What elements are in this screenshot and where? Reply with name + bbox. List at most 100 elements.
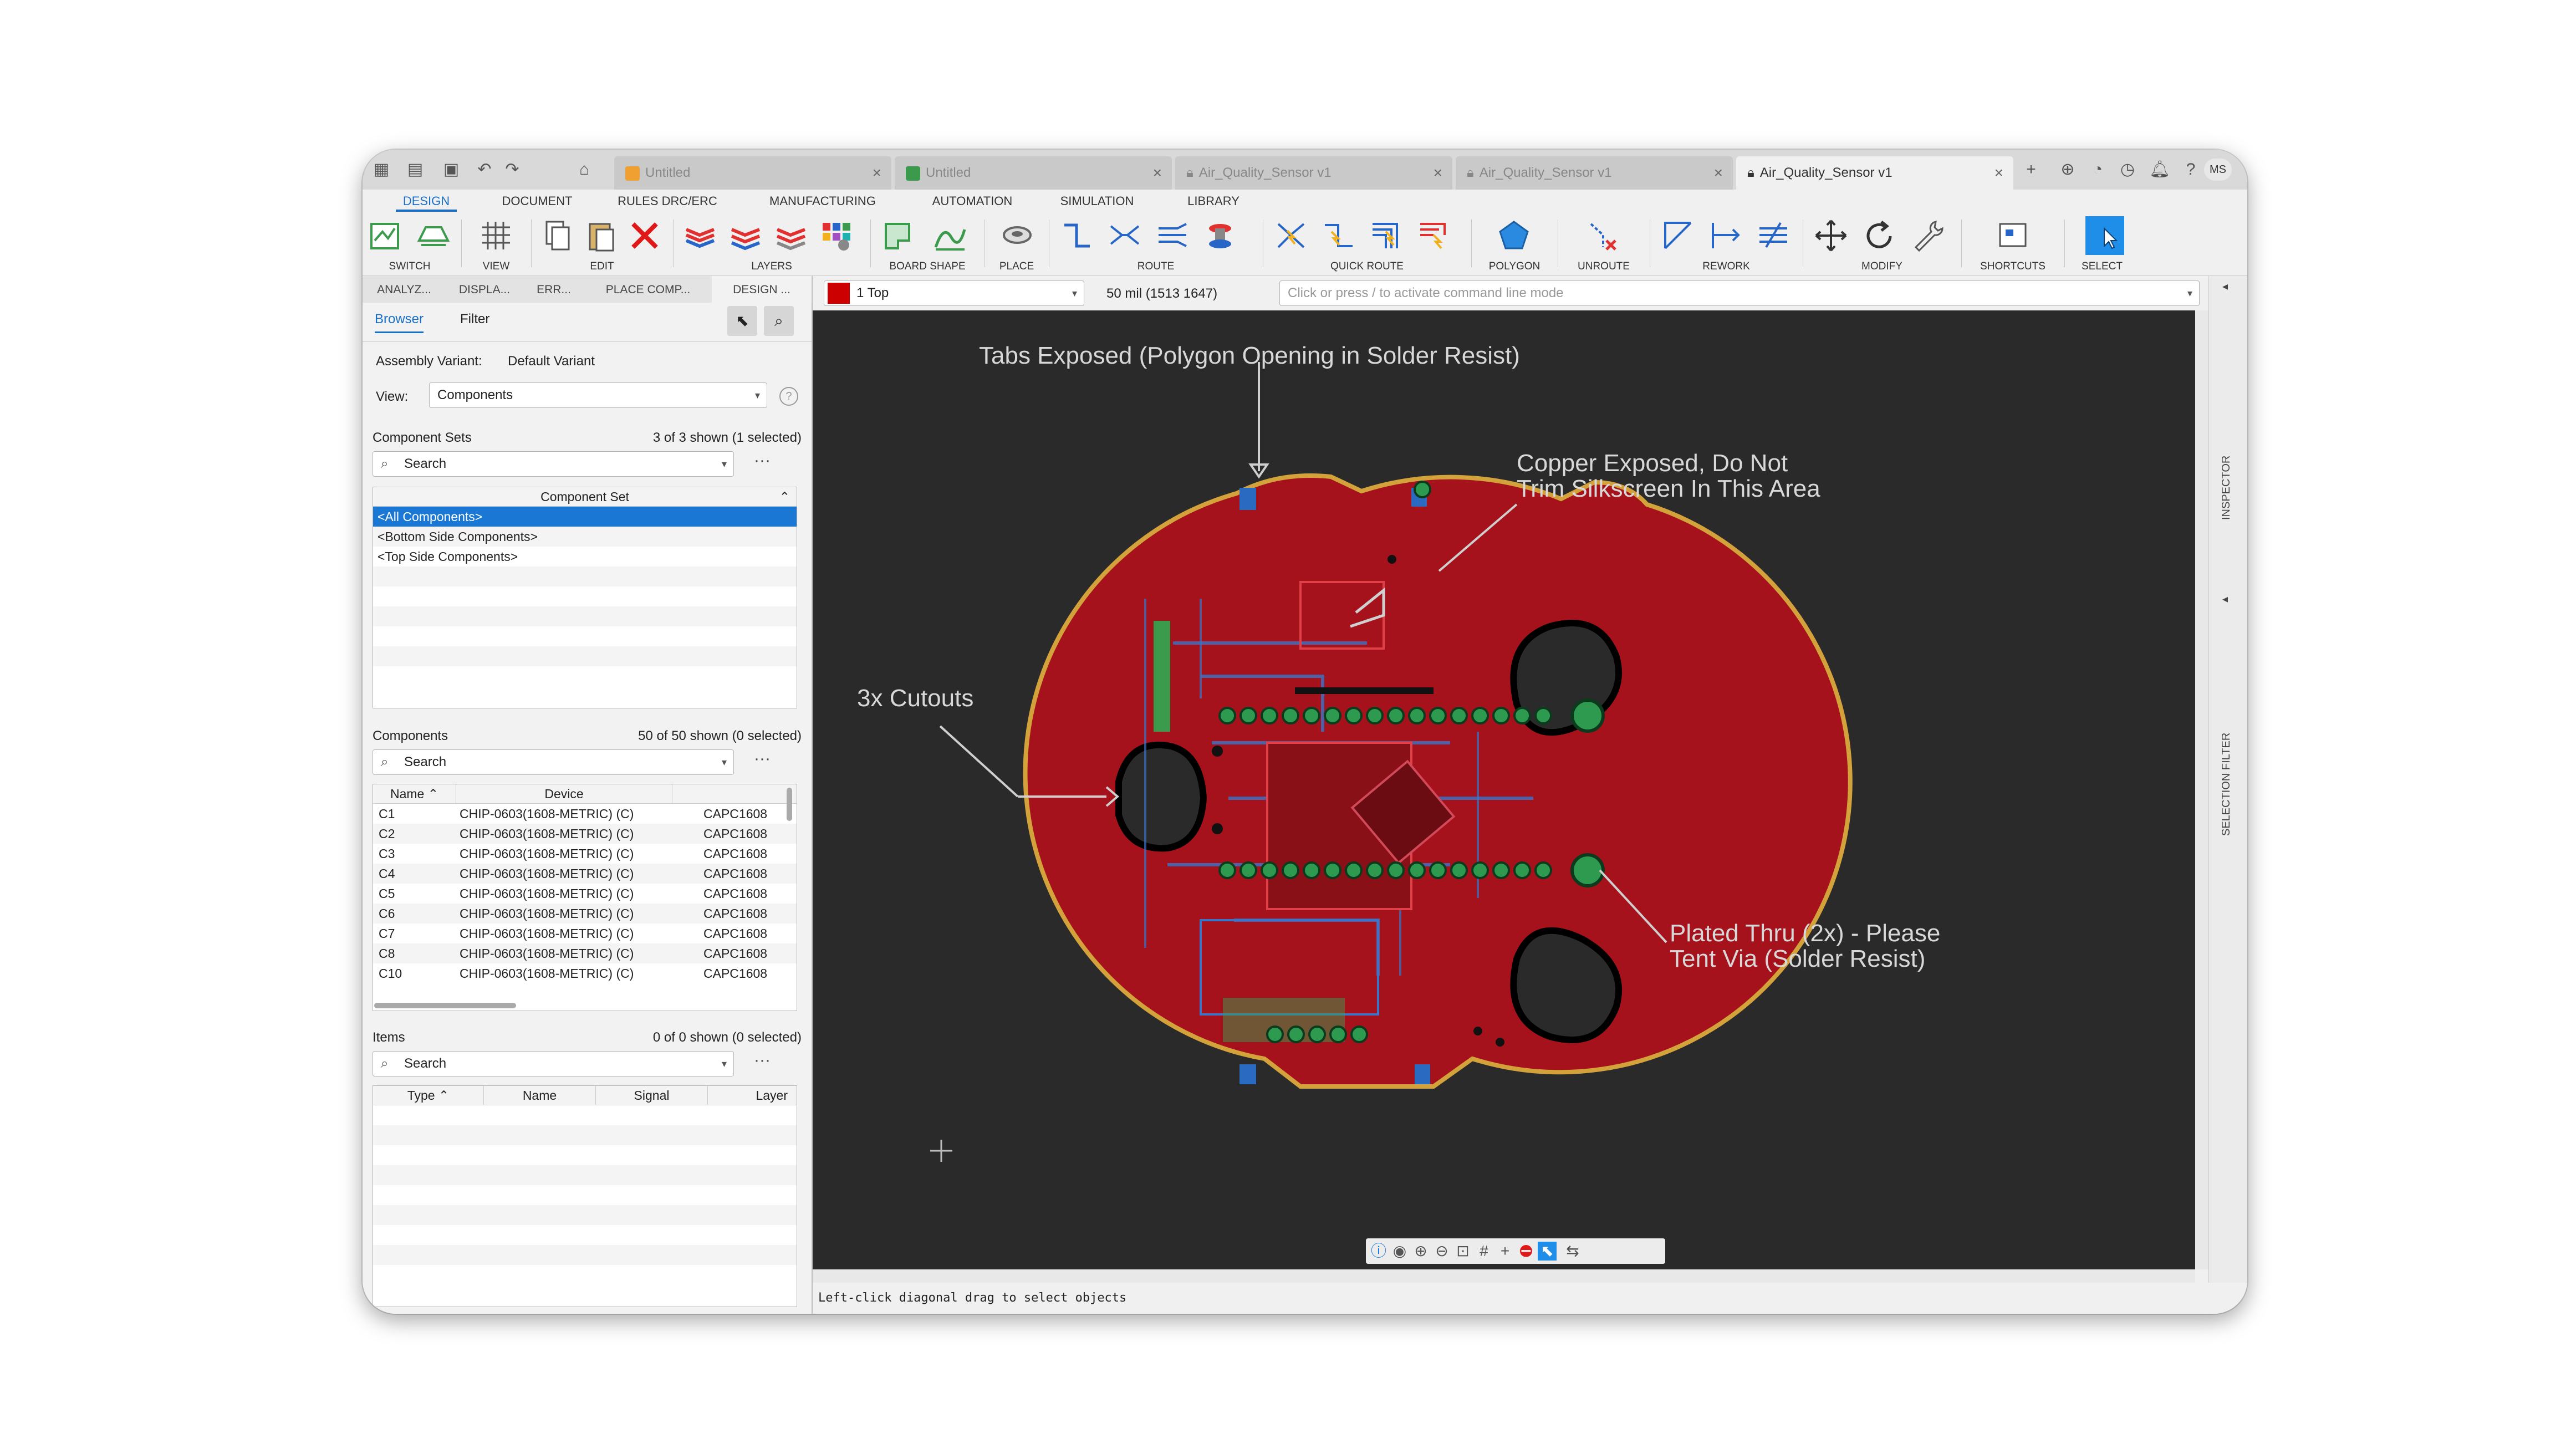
file-menu-icon[interactable]: ▤ [401, 159, 429, 181]
subtab-design[interactable]: DESIGN ... [712, 276, 812, 303]
route-group[interactable]: ROUTE [1053, 212, 1258, 275]
close-icon[interactable]: × [1153, 156, 1162, 190]
tab-design[interactable]: DESIGN [396, 190, 457, 212]
components-search[interactable]: ⌕ Search ▾ [373, 749, 734, 775]
board-shape-group[interactable]: BOARD SHAPE [875, 212, 980, 275]
polygon-group[interactable]: POLYGON [1476, 212, 1553, 275]
collapse-icon[interactable]: ◂ [2222, 279, 2228, 293]
horizontal-scrollbar[interactable] [374, 1003, 516, 1008]
tab-document[interactable]: DOCUMENT [496, 190, 579, 212]
component-sets-search[interactable]: ⌕ Search ▾ [373, 451, 734, 477]
doc-tab-1[interactable]: Untitled × [614, 156, 891, 190]
vertical-scrollbar[interactable] [787, 788, 792, 821]
list-item[interactable]: <Top Side Components> [373, 547, 797, 567]
subtab-errors[interactable]: ERR... [523, 276, 585, 303]
stop-icon[interactable]: ⛔︎ [1517, 1242, 1536, 1261]
browser-tab[interactable]: Browser [375, 312, 424, 333]
shortcuts-group[interactable]: SHORTCUTS [1966, 212, 2060, 275]
online-status-icon[interactable]: ◔ [2087, 159, 2109, 181]
zoom-select-icon[interactable]: ⌕ [764, 306, 794, 336]
crosshair-icon[interactable]: + [1496, 1242, 1514, 1261]
items-search[interactable]: ⌕ Search ▾ [373, 1051, 734, 1076]
table-row[interactable]: C7 CHIP-0603(1608-METRIC) (C) CAPC1608 [373, 924, 797, 943]
help-icon[interactable]: ? [2180, 159, 2202, 181]
layers-group[interactable]: LAYERS [677, 212, 866, 275]
more-options-icon[interactable]: ··· [754, 1052, 771, 1069]
modify-group[interactable]: MODIFY [1807, 212, 1957, 275]
table-row[interactable]: C6 CHIP-0603(1608-METRIC) (C) CAPC1608 [373, 904, 797, 924]
apps-grid-icon[interactable]: ▦ [370, 159, 392, 181]
rework-group[interactable]: REWORK [1654, 212, 1798, 275]
column-header-name[interactable]: Name ⌃ [373, 784, 456, 803]
board-canvas[interactable]: Tabs Exposed (Polygon Opening in Solder … [813, 310, 2195, 1269]
layer-select[interactable]: 1 Top ▾ [824, 280, 1084, 306]
table-row[interactable]: C10 CHIP-0603(1608-METRIC) (C) CAPC1608 [373, 963, 797, 983]
close-icon[interactable]: × [873, 156, 881, 190]
home-icon[interactable]: ⌂ [573, 159, 595, 181]
display-options-icon[interactable]: ⇆ [1559, 1242, 1587, 1261]
view-select[interactable]: Components ▾ [429, 382, 767, 408]
undo-icon[interactable]: ↶ [473, 159, 496, 181]
table-row[interactable]: C4 CHIP-0603(1608-METRIC) (C) CAPC1608 [373, 864, 797, 884]
new-tab-icon[interactable]: + [2020, 159, 2042, 181]
selection-filter-tab[interactable]: SELECTION FILTER [2220, 733, 2233, 836]
tab-automation[interactable]: AUTOMATION [922, 190, 1022, 212]
more-options-icon[interactable]: ··· [754, 751, 771, 767]
subtab-analyze[interactable]: ANALYZ... [363, 276, 446, 303]
extensions-icon[interactable]: ⊕ [2057, 159, 2079, 181]
tab-rules[interactable]: RULES DRC/ERC [612, 190, 723, 212]
redo-icon[interactable]: ↷ [501, 159, 523, 181]
place-group[interactable]: PLACE [989, 212, 1044, 275]
table-row[interactable]: C5 CHIP-0603(1608-METRIC) (C) CAPC1608 [373, 884, 797, 904]
column-header-type[interactable]: Type ⌃ [373, 1086, 484, 1105]
close-icon[interactable]: × [1434, 156, 1442, 190]
inspector-tab[interactable]: INSPECTOR [2220, 456, 2233, 520]
help-circle-icon[interactable]: ? [779, 387, 798, 406]
column-header-name[interactable]: Name [484, 1086, 596, 1105]
more-options-icon[interactable]: ··· [754, 452, 771, 469]
column-header-layer[interactable]: Layer [708, 1086, 797, 1105]
close-icon[interactable]: × [1995, 156, 2003, 190]
user-avatar[interactable]: MS [2204, 159, 2232, 181]
switch-group[interactable]: SWITCH [363, 212, 457, 275]
close-icon[interactable]: × [1714, 156, 1723, 190]
zoom-out-icon[interactable]: ⊖ [1432, 1242, 1451, 1261]
eye-icon[interactable]: ◉ [1390, 1242, 1409, 1261]
zoom-fit-icon[interactable]: ⊡ [1453, 1242, 1472, 1261]
unroute-group[interactable]: UNROUTE [1562, 212, 1645, 275]
zoom-in-icon[interactable]: ⊕ [1411, 1242, 1430, 1261]
view-group[interactable]: VIEW [466, 212, 527, 275]
subtab-display[interactable]: DISPLA... [446, 276, 524, 303]
save-icon[interactable]: ▣ [440, 159, 462, 181]
table-row[interactable]: C2 CHIP-0603(1608-METRIC) (C) CAPC1608 [373, 824, 797, 844]
component-set-header[interactable]: Component Set ⌃ [373, 487, 797, 507]
table-row[interactable]: C1 CHIP-0603(1608-METRIC) (C) CAPC1608 [373, 804, 797, 824]
table-row[interactable]: C8 CHIP-0603(1608-METRIC) (C) CAPC1608 [373, 943, 797, 963]
select-group[interactable]: SELECT [2069, 212, 2135, 275]
select-mode-icon[interactable]: ⬉ [727, 306, 757, 336]
filter-tab[interactable]: Filter [460, 312, 489, 327]
column-header-signal[interactable]: Signal [596, 1086, 708, 1105]
canvas-vertical-scrollbar[interactable] [2195, 310, 2208, 1269]
table-row[interactable]: C3 CHIP-0603(1608-METRIC) (C) CAPC1608 [373, 844, 797, 864]
collapse-icon[interactable]: ◂ [2222, 592, 2228, 606]
tab-library[interactable]: LIBRARY [1177, 190, 1249, 212]
subtab-place-components[interactable]: PLACE COMP... [584, 276, 712, 303]
column-header-device[interactable]: Device [456, 784, 672, 803]
command-line-input[interactable]: Click or press / to activate command lin… [1279, 280, 2200, 306]
doc-tab-2[interactable]: Untitled × [895, 156, 1172, 190]
info-icon[interactable]: ⓘ [1369, 1242, 1388, 1261]
tab-manufacturing[interactable]: MANUFACTURING [762, 190, 884, 212]
notifications-icon[interactable]: 🔔︎ [2149, 159, 2171, 181]
tab-simulation[interactable]: SIMULATION [1050, 190, 1144, 212]
doc-tab-4[interactable]: 🔒︎ Air_Quality_Sensor v1 × [1456, 156, 1733, 190]
doc-tab-5[interactable]: 🔒︎ Air_Quality_Sensor v1 × [1736, 156, 2013, 190]
canvas-horizontal-scrollbar[interactable] [813, 1269, 2195, 1283]
quick-route-group[interactable]: QUICK ROUTE [1267, 212, 1467, 275]
select-cursor-icon[interactable]: ⬉ [1538, 1242, 1557, 1261]
list-item[interactable]: <Bottom Side Components> [373, 527, 797, 547]
doc-tab-3[interactable]: 🔒︎ Air_Quality_Sensor v1 × [1175, 156, 1452, 190]
grid-icon[interactable]: # [1475, 1242, 1493, 1261]
list-item[interactable]: <All Components> [373, 507, 797, 527]
job-status-icon[interactable]: ◷ [2116, 159, 2139, 181]
